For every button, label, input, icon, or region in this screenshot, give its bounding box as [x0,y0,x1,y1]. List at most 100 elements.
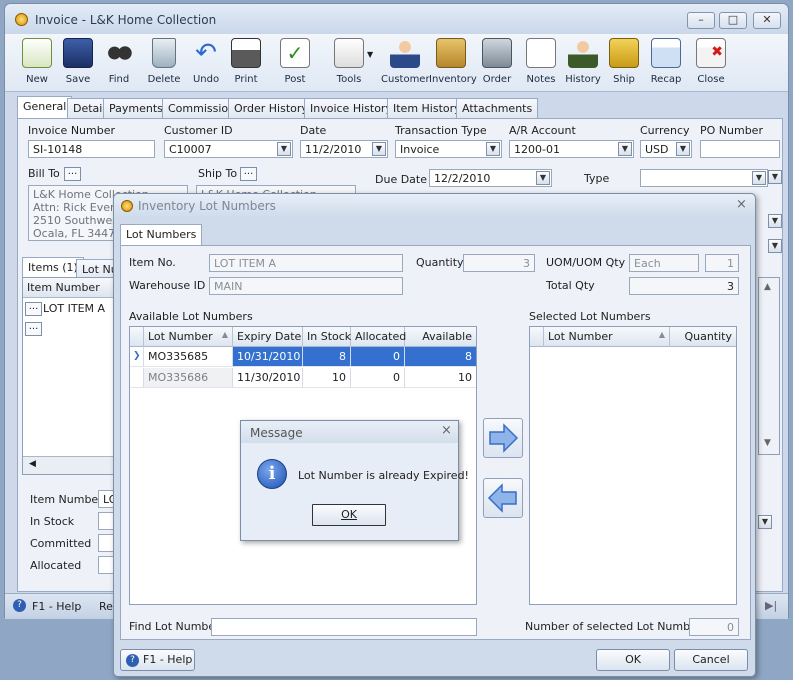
chevron-down-icon[interactable]: ▼ [277,142,291,156]
maximize-button[interactable]: □ [719,12,747,29]
notes-button[interactable]: Notes [523,38,559,90]
find-lot-number-input[interactable] [211,618,477,636]
post-button[interactable]: ✓ Post [277,38,313,90]
available-column-header[interactable]: Available [405,327,476,347]
quantity-field[interactable]: 3 [463,254,535,272]
po-number-field[interactable] [700,140,780,158]
tab-order-history[interactable]: Order History [228,98,314,118]
new-row-lookup-button[interactable]: ... [25,322,42,336]
scroll-up-icon[interactable]: ▲ [764,282,771,292]
last-record-icon[interactable]: ▶| [765,599,777,612]
arrow-left-icon [487,483,517,513]
cancel-button[interactable]: Cancel [674,649,748,671]
inventory-button[interactable]: Inventory [429,38,477,90]
in-stock-cell[interactable]: 8 [303,347,351,367]
allocated-cell[interactable]: 0 [351,347,405,367]
tab-item-history[interactable]: Item History [387,98,467,118]
customer-button[interactable]: Customer [381,38,430,90]
in-stock-column-header[interactable]: In Stock [303,327,351,347]
print-button[interactable]: Print [228,38,264,90]
item-no-field[interactable]: LOT ITEM A [209,254,403,272]
expiry-date-cell[interactable]: 10/31/2010 [233,347,303,367]
bill-to-lookup-button[interactable]: ... [64,167,81,181]
table-row[interactable]: ❯ MO335685 10/31/2010 8 0 8 [130,347,476,368]
ship-button[interactable]: Ship [606,38,642,90]
expiry-date-column-header[interactable]: Expiry Date [233,327,303,347]
new-button[interactable]: New [19,38,55,90]
tab-general[interactable]: General [17,96,73,118]
message-title-bar: Message × [241,421,458,443]
due-date-field[interactable]: 12/2/2010 ▼ [429,169,552,187]
customer-id-field[interactable]: C10007 ▼ [164,140,293,158]
item-row[interactable]: LOT ITEM A [43,302,105,315]
tab-payments[interactable]: Payments [103,98,169,118]
date-field[interactable]: 11/2/2010 ▼ [300,140,388,158]
tab-attachments[interactable]: Attachments [456,98,539,118]
add-lot-button[interactable] [483,418,523,458]
lot-number-cell[interactable]: MO335685 [144,347,233,367]
tools-button[interactable]: Tools [327,38,371,90]
horizontal-scrollbar[interactable]: ◀ [23,456,121,474]
tab-lot-numbers-dialog[interactable]: Lot Numbers [120,224,203,245]
history-button[interactable]: History [563,38,603,90]
order-button[interactable]: Order [479,38,515,90]
undo-button[interactable]: ↶ Undo [188,38,224,90]
available-cell[interactable]: 8 [405,347,476,367]
row-lookup-button[interactable]: ... [25,302,42,316]
save-button[interactable]: Save [60,38,96,90]
tab-invoice-history[interactable]: Invoice History [304,98,398,118]
lot-number-column-header[interactable]: Lot Number ▲ [144,327,233,347]
ship-to-lookup-button[interactable]: ... [240,167,257,181]
message-ok-button[interactable]: OK [312,504,386,526]
tools-dropdown-arrow-icon[interactable]: ▼ [367,50,373,59]
message-close-icon[interactable]: × [441,423,452,438]
available-cell[interactable]: 10 [405,368,476,388]
ar-account-select[interactable]: 1200-01 ▼ [509,140,634,158]
in-stock-cell[interactable]: 10 [303,368,351,388]
find-button[interactable]: Find [101,38,137,90]
warehouse-id-field[interactable]: MAIN [209,277,403,295]
dialog-close-icon[interactable]: × [736,197,747,212]
ar-account-label: A/R Account [509,124,576,137]
close-window-button[interactable]: ✕ [753,12,781,29]
type-select[interactable]: ▼ [640,169,768,187]
expiry-date-cell[interactable]: 11/30/2010 [233,368,303,388]
chevron-down-icon[interactable]: ▼ [768,239,782,253]
ok-button[interactable]: OK [596,649,670,671]
chevron-down-icon[interactable]: ▼ [768,170,782,184]
chevron-down-icon[interactable]: ▼ [758,515,772,529]
invoice-number-field[interactable]: SI-10148 [28,140,155,158]
recycle-bin-icon [152,38,176,68]
uom-qty-field[interactable]: 1 [705,254,739,272]
delete-button[interactable]: Delete [144,38,184,90]
number-selected-field[interactable]: 0 [689,618,739,636]
chevron-down-icon[interactable]: ▼ [676,142,690,156]
chevron-down-icon[interactable]: ▼ [768,214,782,228]
scroll-down-icon[interactable]: ▼ [764,438,771,448]
customer-person-icon [390,38,420,68]
minimize-button[interactable]: – [687,12,715,29]
help-label[interactable]: F1 - Help [32,600,81,613]
help-button[interactable]: ? F1 - Help [120,649,195,671]
chevron-down-icon[interactable]: ▼ [752,171,766,185]
selected-quantity-column-header[interactable]: Quantity [670,327,736,347]
lot-number-cell[interactable]: MO335686 [144,368,233,388]
table-row[interactable]: MO335686 11/30/2010 10 0 10 [130,368,476,389]
chevron-down-icon[interactable]: ▼ [536,171,550,185]
allocated-cell[interactable]: 0 [351,368,405,388]
recap-button[interactable]: Recap [648,38,684,90]
transaction-type-select[interactable]: Invoice ▼ [395,140,502,158]
vertical-scrollbar[interactable]: ▲ ▼ [758,277,780,455]
total-qty-field[interactable]: 3 [629,277,739,295]
tab-items[interactable]: Items (1) [22,257,84,279]
allocated-column-header[interactable]: Allocated [351,327,406,347]
selected-lot-number-column-header[interactable]: Lot Number ▲ [544,327,670,347]
item-number-column-header[interactable]: Item Number [23,278,121,298]
chevron-down-icon[interactable]: ▼ [372,142,386,156]
uom-field[interactable]: Each [629,254,699,272]
remove-lot-button[interactable] [483,478,523,518]
chevron-down-icon[interactable]: ▼ [486,142,500,156]
currency-select[interactable]: USD ▼ [640,140,692,158]
chevron-down-icon[interactable]: ▼ [618,142,632,156]
close-button[interactable]: ✖ Close [693,38,729,90]
